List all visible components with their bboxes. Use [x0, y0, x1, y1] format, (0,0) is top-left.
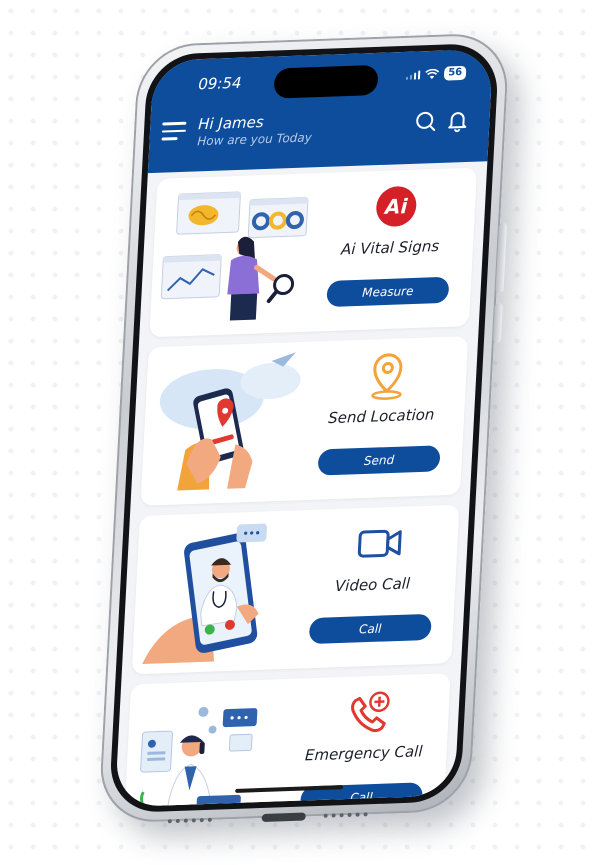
location-pin-icon [371, 353, 403, 400]
wifi-icon [425, 68, 440, 79]
video-camera-icon [357, 529, 402, 558]
app-promo-stage: 09:54 56 Hi James How are you Today Ai A… [0, 0, 600, 865]
send-button[interactable]: Send [317, 445, 441, 476]
svg-text:Ai: Ai [383, 194, 410, 219]
card-title: Send Location [327, 405, 435, 428]
card-send-location: Send Location Send [140, 336, 469, 506]
app-screen: 09:54 56 Hi James How are you Today Ai A… [114, 48, 494, 808]
menu-icon [162, 121, 187, 126]
charging-port [261, 812, 306, 823]
emergency-phone-icon [351, 691, 390, 733]
card-title: Video Call [334, 574, 411, 596]
ai-logo-icon: Ai [376, 186, 417, 227]
dynamic-island [273, 64, 379, 99]
bell-icon [448, 112, 467, 133]
card-title: Ai Vital Signs [340, 236, 440, 259]
card-video-call: Video Call Call [131, 504, 460, 675]
data-analysis-illustration [160, 191, 309, 321]
location-phone-illustration [159, 352, 301, 491]
notifications-button[interactable] [445, 108, 470, 133]
search-button[interactable] [413, 109, 438, 134]
measure-button[interactable]: Measure [326, 276, 450, 308]
card-title: Emergency Call [304, 742, 423, 765]
battery-badge: 56 [443, 65, 467, 81]
card-vital-signs: Ai Ai Vital Signs Measure [149, 167, 478, 338]
menu-button[interactable] [161, 121, 187, 143]
status-time: 09:54 [197, 73, 242, 94]
signal-icon [405, 69, 421, 80]
doctor-video-illustration [142, 523, 267, 664]
search-icon [416, 111, 436, 132]
greeting-subtitle: How are you Today [196, 130, 313, 149]
phone-device: 09:54 56 Hi James How are you Today Ai A… [97, 32, 511, 824]
video-call-button[interactable]: Call [308, 613, 432, 645]
greeting-block: Hi James How are you Today [197, 111, 313, 148]
app-header: 09:54 56 Hi James How are you Today [147, 48, 494, 174]
phone-bezel: 09:54 56 Hi James How are you Today Ai A… [108, 42, 500, 814]
status-icons: 56 [405, 65, 467, 82]
